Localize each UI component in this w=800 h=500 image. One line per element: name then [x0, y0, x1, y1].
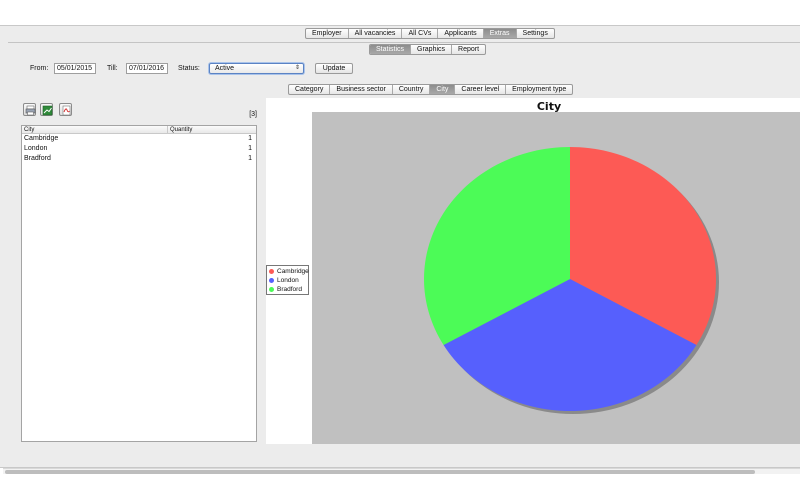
print-icon[interactable]	[23, 103, 36, 116]
plot-area	[312, 112, 800, 444]
city-cell: London	[24, 145, 48, 152]
category-tab-country[interactable]: Country	[393, 85, 431, 94]
till-label: Till:	[107, 65, 118, 72]
status-select-value: Active	[215, 65, 235, 72]
divider	[8, 42, 800, 43]
chart-panel	[266, 98, 800, 444]
tab-extras[interactable]: Extras	[483, 29, 517, 38]
category-tab-career-level[interactable]: Career level	[455, 85, 507, 94]
results-table[interactable]: City Quantity Cambridge 1 London 1 Bradf…	[21, 125, 257, 442]
table-row[interactable]: London 1	[22, 144, 256, 154]
category-tab-category[interactable]: Category	[289, 85, 331, 94]
city-cell: Bradford	[24, 155, 51, 162]
city-cell: Cambridge	[24, 135, 59, 142]
subtab-graphics[interactable]: Graphics	[411, 45, 453, 54]
quantity-cell: 1	[248, 135, 252, 142]
category-tab-employment-type[interactable]: Employment type	[506, 85, 572, 94]
quantity-cell: 1	[248, 145, 252, 152]
quantity-cell: 1	[248, 155, 252, 162]
tab-applicants[interactable]: Applicants	[438, 29, 484, 38]
table-row[interactable]: Bradford 1	[22, 154, 256, 164]
subtab-statistics[interactable]: Statistics	[370, 45, 412, 54]
updown-arrows-icon: ⇕	[294, 65, 300, 71]
results-panel: [3] City Quantity Cambridge 1 London 1 B…	[19, 98, 260, 444]
export-pdf-icon[interactable]	[59, 103, 72, 116]
legend-item: Cambridge	[269, 267, 309, 276]
legend-swatch	[269, 278, 274, 283]
status-select[interactable]: Active ⇕	[209, 63, 304, 74]
legend-label: Bradford	[277, 286, 302, 293]
legend-item: London	[269, 276, 306, 285]
legend-label: London	[277, 277, 299, 284]
from-date-field[interactable]: 05/01/2015	[54, 63, 96, 74]
sub-tab-bar: Statistics Graphics Report	[369, 44, 487, 55]
from-label: From:	[30, 65, 49, 72]
horizontal-scrollbar[interactable]	[3, 468, 800, 474]
status-label: Status:	[178, 65, 200, 72]
tab-settings[interactable]: Settings	[517, 29, 554, 38]
legend-item: Bradford	[269, 285, 306, 294]
tab-all-vacancies[interactable]: All vacancies	[349, 29, 403, 38]
main-tab-bar: Employer All vacancies All CVs Applicants Ex…	[305, 28, 555, 39]
column-header-city[interactable]: City	[24, 126, 34, 134]
export-excel-icon[interactable]	[40, 103, 53, 116]
column-separator	[167, 126, 168, 134]
scrollbar-thumb[interactable]	[5, 470, 755, 474]
subtab-report[interactable]: Report	[452, 45, 485, 54]
tab-all-cvs[interactable]: All CVs	[402, 29, 439, 38]
column-header-quantity[interactable]: Quantity	[170, 126, 192, 134]
update-button[interactable]: Update	[315, 63, 353, 74]
legend-swatch	[269, 269, 274, 274]
chart-title: City	[536, 100, 562, 113]
legend-swatch	[269, 287, 274, 292]
category-tab-bar: Category Business sector Country City Career…	[288, 84, 574, 95]
pie-chart	[424, 147, 719, 414]
table-row[interactable]: Cambridge 1	[22, 134, 256, 144]
category-tab-city[interactable]: City	[430, 85, 456, 94]
category-tab-business-sector[interactable]: Business sector	[330, 85, 393, 94]
tab-employer[interactable]: Employer	[306, 29, 349, 38]
result-count: [3]	[249, 111, 257, 118]
till-date-field[interactable]: 07/01/2016	[126, 63, 168, 74]
table-header: City Quantity	[22, 126, 256, 134]
chart-legend: Cambridge London Bradford	[266, 265, 309, 295]
legend-label: Cambridge	[277, 268, 309, 275]
